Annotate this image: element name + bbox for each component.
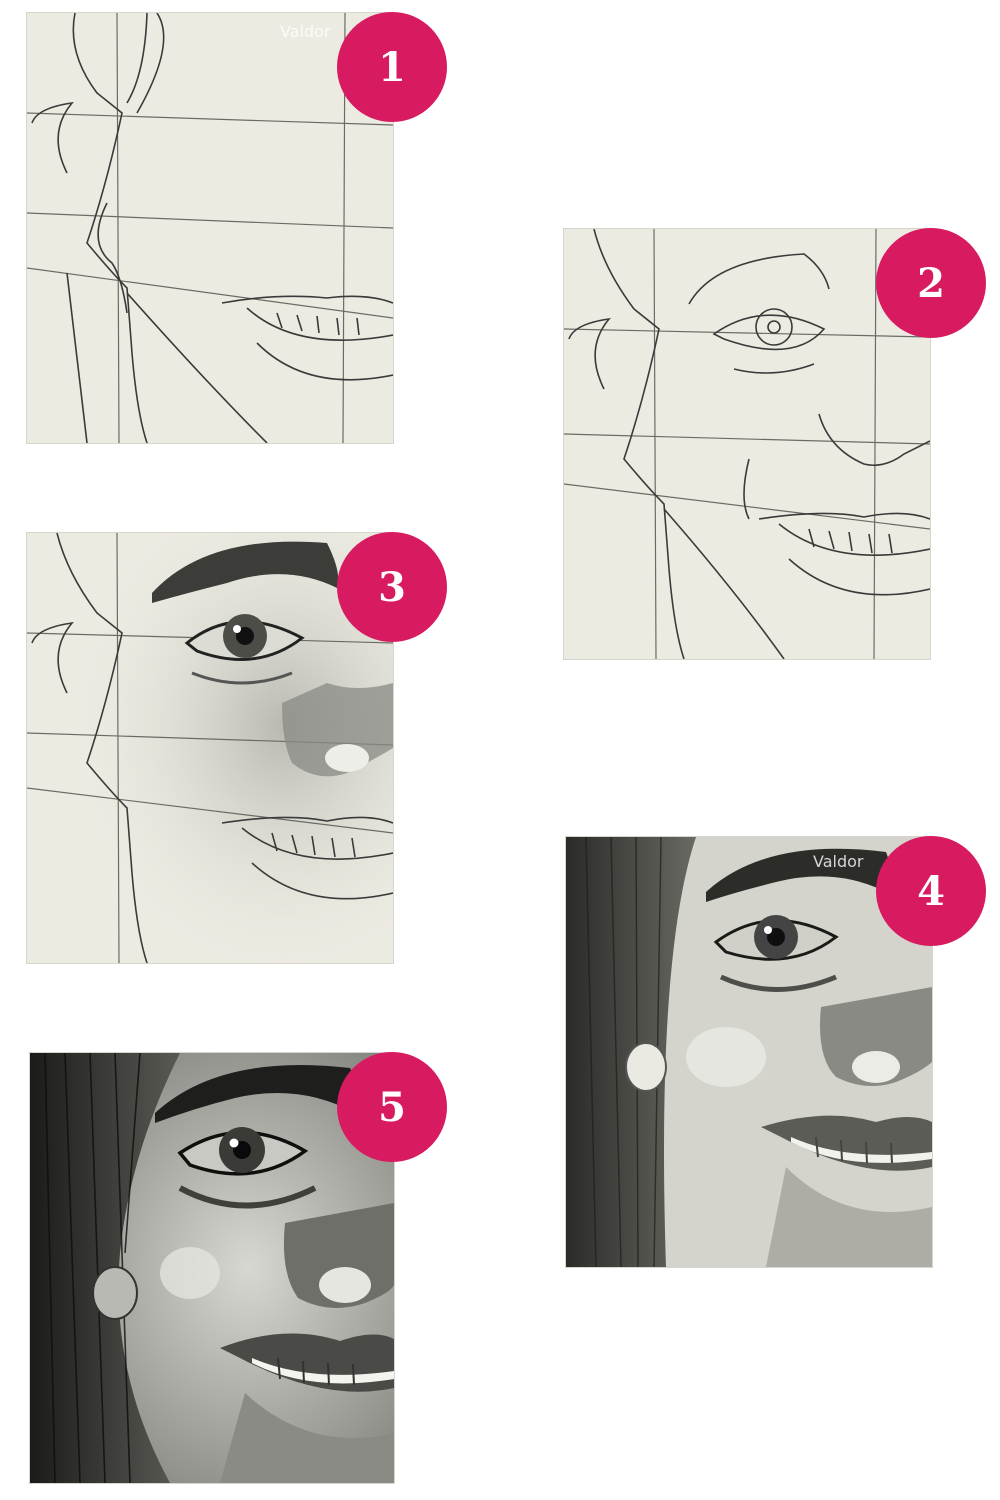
step-1-watermark: Valdor <box>280 22 331 41</box>
step-3-badge: 3 <box>337 532 447 642</box>
step-2-sketch <box>564 229 930 659</box>
step-2-panel <box>563 228 931 660</box>
step-2-badge: 2 <box>876 228 986 338</box>
step-4-watermark: Valdor <box>813 852 864 871</box>
step-1-badge: 1 <box>337 12 447 122</box>
step-5-badge: 5 <box>337 1052 447 1162</box>
step-4-badge: 4 <box>876 836 986 946</box>
